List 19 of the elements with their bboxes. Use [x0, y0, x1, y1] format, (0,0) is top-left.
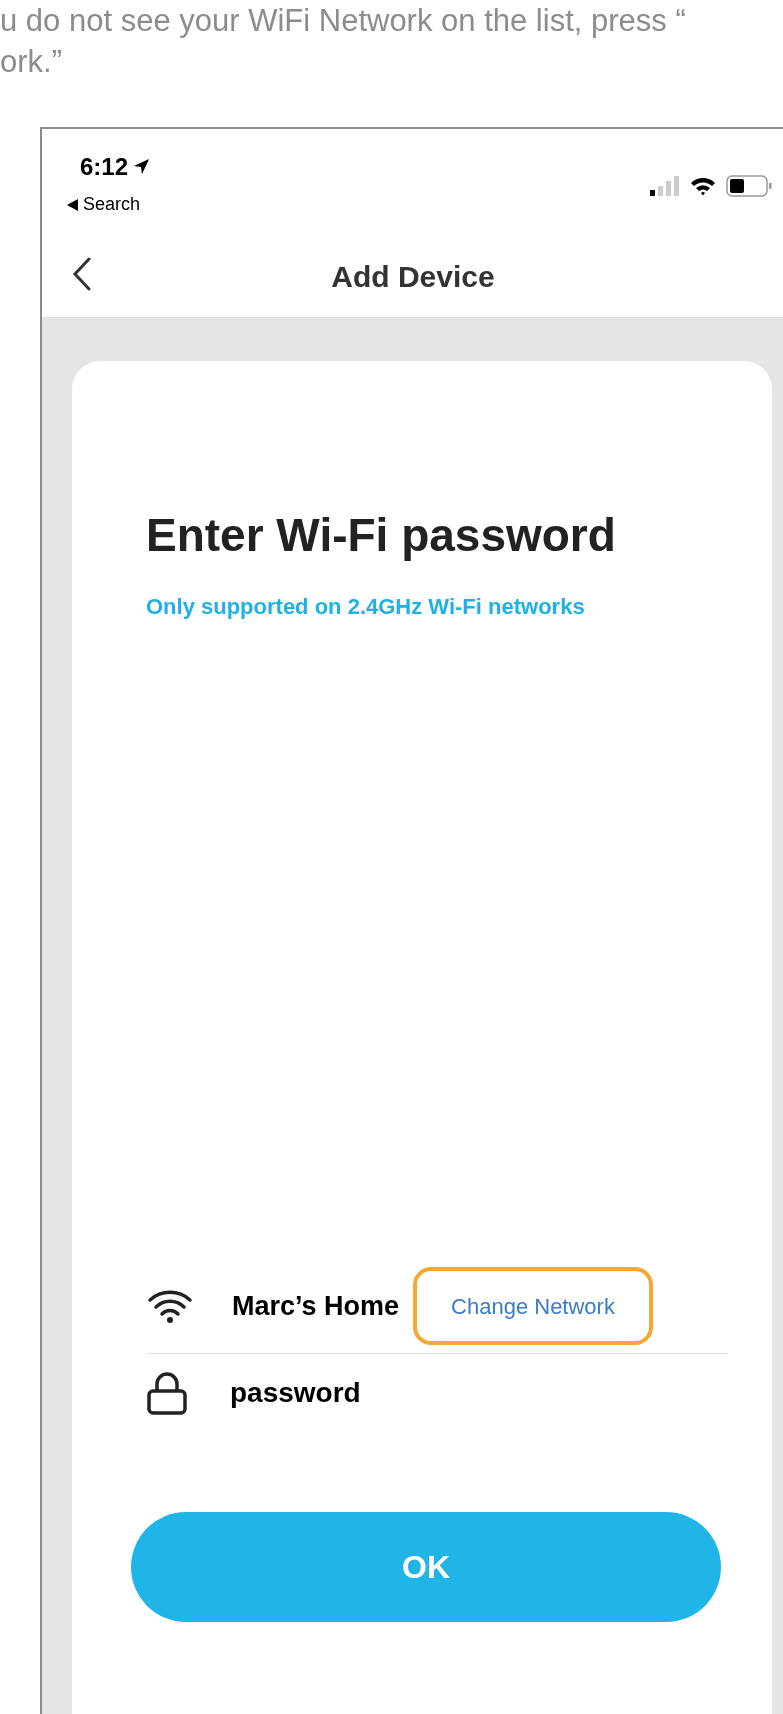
- caption-text: u do not see your WiFi Network on the list, press “: [0, 2, 686, 40]
- chevron-left-icon: [72, 257, 92, 291]
- back-triangle-icon: [67, 198, 78, 211]
- card-title: Enter Wi-Fi password: [146, 508, 617, 563]
- lock-icon: [146, 1371, 188, 1415]
- back-to-search-link[interactable]: Search: [67, 191, 151, 218]
- network-name: Marc’s Home: [232, 1289, 400, 1323]
- status-time: 6:12: [80, 152, 129, 182]
- caption-text: ork.”: [0, 43, 62, 81]
- back-button[interactable]: [72, 257, 92, 291]
- signal-bars-icon: [650, 176, 680, 196]
- change-network-button[interactable]: Change Network: [413, 1267, 653, 1345]
- wifi-icon: [690, 176, 716, 196]
- location-arrow-icon: [132, 158, 151, 176]
- frequency-note: Only supported on 2.4GHz Wi-Fi networks: [146, 593, 586, 621]
- password-field[interactable]: password: [230, 1372, 590, 1414]
- wifi-icon: [146, 1288, 194, 1324]
- battery-icon: [726, 175, 772, 197]
- screen-title: Add Device: [331, 258, 495, 295]
